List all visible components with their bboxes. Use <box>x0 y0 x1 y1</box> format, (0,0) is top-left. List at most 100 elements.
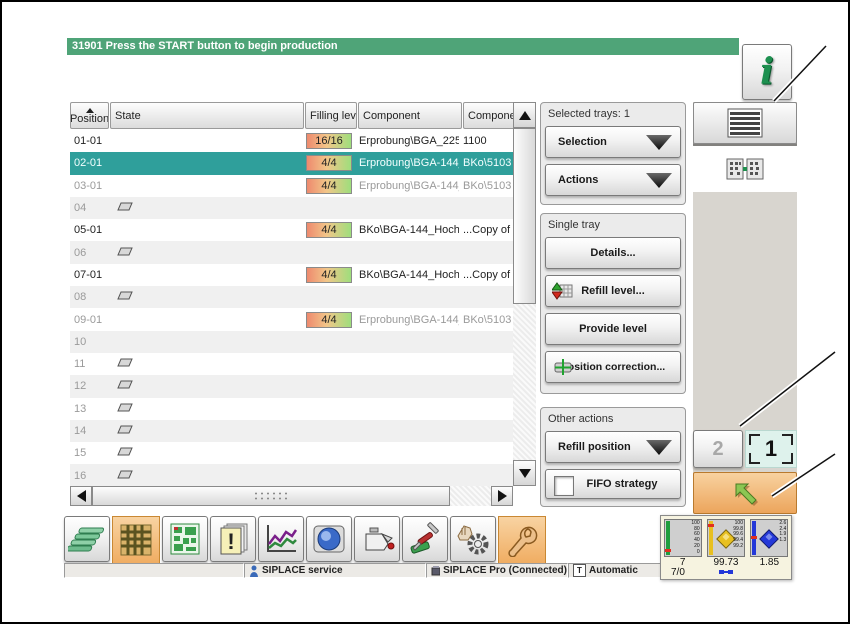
empty-tray-icon <box>117 425 133 434</box>
maintenance-oil-button[interactable] <box>354 516 400 562</box>
table-row[interactable]: 12 <box>70 375 513 398</box>
grip-dots-icon <box>253 491 289 501</box>
tab-tray-view[interactable] <box>693 146 797 192</box>
single-tray-title: Single tray <box>548 219 600 231</box>
table-row[interactable]: 04 <box>70 196 513 220</box>
scroll-up-button[interactable] <box>513 102 536 128</box>
horizontal-scroll-track[interactable] <box>450 486 491 506</box>
table-row[interactable]: 10 <box>70 330 513 353</box>
tray-stack-icon <box>68 527 105 552</box>
mode-icon: T <box>573 564 586 577</box>
empty-tray-icon <box>117 447 133 456</box>
empty-tray-icon <box>117 358 133 367</box>
status-message-text: 31901 Press the START button to begin pr… <box>72 40 338 52</box>
wrench-icon <box>508 526 538 557</box>
single-tray-group: Single tray Details... Refill level... P… <box>540 213 686 394</box>
pcb-program-icon <box>170 523 200 555</box>
back-button[interactable] <box>693 472 797 514</box>
tray-table-button[interactable] <box>112 516 160 564</box>
status-message-bar: 31901 Press the START button to begin pr… <box>67 38 739 55</box>
arrow-right-icon <box>497 490 507 502</box>
table-row[interactable]: 06 <box>70 241 513 264</box>
tray-stack-button[interactable] <box>64 516 110 562</box>
count-gauge: 100 80 60 40 20 0 <box>663 519 702 557</box>
refill-level-icon <box>552 282 573 300</box>
selected-trays-group: Selected trays: 1 Selection Actions <box>540 102 686 205</box>
table-row[interactable]: 15 <box>70 442 513 464</box>
hand-gear-icon <box>457 525 489 555</box>
horizontal-scroll-thumb[interactable] <box>92 486 450 506</box>
tray-table-icon <box>120 524 152 556</box>
table-row[interactable]: 01-01 16/16 Erprobung\BGA_225 1100 <box>70 130 513 152</box>
table-row-selected[interactable]: 02-01 4/4 Erprobung\BGA-144_1 BKo\5103 <box>70 152 513 175</box>
position-correction-button[interactable]: Position correction... <box>545 351 681 383</box>
vertical-scroll-thumb[interactable] <box>513 128 536 304</box>
rate-gauge: 2.6 2.4 1.9 1.3 <box>750 519 789 557</box>
main-toolbar: ! <box>64 516 546 564</box>
vertical-scrollbar <box>513 102 536 486</box>
service-wrench-button[interactable] <box>498 516 546 564</box>
statistics-chart-icon <box>267 525 298 552</box>
table-row[interactable]: 07-01 4/4 BKo\BGA-144_Hoch ...Copy of 51 <box>70 264 513 286</box>
pcb-program-button[interactable] <box>162 516 208 562</box>
table-header: Position State Filling level Component C… <box>70 102 515 129</box>
empty-tray-icon <box>117 247 133 256</box>
repair-button[interactable] <box>402 516 448 562</box>
svg-text:!: ! <box>227 529 234 554</box>
tab-list-view[interactable] <box>693 102 797 144</box>
filling-level-badge: 4/4 <box>306 222 352 239</box>
statistics-button[interactable] <box>258 516 304 562</box>
table-row[interactable]: 14 <box>70 419 513 443</box>
other-actions-group: Other actions Refill position FIFO strat… <box>540 407 686 507</box>
filling-level-badge: 4/4 <box>306 155 352 172</box>
scroll-left-button[interactable] <box>70 486 92 506</box>
filling-level-badge: 4/4 <box>306 177 352 194</box>
camera-vision-button[interactable] <box>306 516 352 562</box>
tray-table: 01-01 16/16 Erprobung\BGA_225 1100 02-01… <box>70 130 513 487</box>
page-1-button[interactable]: 1 <box>745 430 797 468</box>
manual-operation-button[interactable] <box>450 516 496 562</box>
fifo-strategy-toggle[interactable]: FIFO strategy <box>545 469 681 499</box>
table-row[interactable]: 16 <box>70 464 513 487</box>
filling-level-badge: 16/16 <box>306 133 352 150</box>
refill-position-dropdown-button[interactable]: Refill position <box>545 431 681 463</box>
vertical-scroll-track[interactable] <box>513 304 536 460</box>
info-button[interactable]: i <box>742 44 792 100</box>
user-icon <box>250 565 258 577</box>
selection-dropdown-button[interactable]: Selection <box>545 126 681 158</box>
arrow-up-icon <box>518 110 531 120</box>
page-2-button[interactable]: 2 <box>693 430 743 468</box>
scroll-right-button[interactable] <box>491 486 513 506</box>
performance-gauge: 100 99.8 99.6 99.4 99.2 <box>706 519 745 557</box>
error-log-button[interactable]: ! <box>210 516 256 562</box>
oil-can-icon <box>365 527 395 551</box>
refill-level-button[interactable]: Refill level... <box>545 275 681 307</box>
connector-icon <box>718 570 733 574</box>
column-header-component-2[interactable]: Component <box>463 102 515 129</box>
scroll-down-button[interactable] <box>513 460 536 486</box>
column-header-state[interactable]: State <box>110 102 304 129</box>
table-row[interactable]: 05-01 4/4 BKo\BGA-144_Hoch ...Copy of 51 <box>70 219 513 241</box>
actions-dropdown-button[interactable]: Actions <box>545 164 681 196</box>
performance-gauge-panel[interactable]: 100 80 60 40 20 0 100 99.8 99.6 99.4 99.2 <box>660 515 792 580</box>
horizontal-scrollbar <box>70 486 513 506</box>
dropdown-icon <box>646 440 672 455</box>
list-view-icon <box>727 108 763 138</box>
column-header-component[interactable]: Component <box>358 102 462 129</box>
table-row[interactable]: 09-01 4/4 Erprobung\BGA-144_3 BKo\5103 <box>70 308 513 330</box>
column-header-position[interactable]: Position <box>70 102 109 129</box>
table-row[interactable]: 11 <box>70 353 513 375</box>
selected-trays-title: Selected trays: 1 <box>548 108 630 120</box>
table-row[interactable]: 08 <box>70 286 513 309</box>
details-button[interactable]: Details... <box>545 237 681 269</box>
checkbox-icon[interactable] <box>554 476 574 496</box>
status-segment-empty <box>64 563 244 578</box>
tray-view-icon <box>726 158 764 180</box>
table-row[interactable]: 03-01 4/4 Erprobung\BGA-144_2 BKo\5103 <box>70 175 513 197</box>
table-row[interactable]: 13 <box>70 398 513 420</box>
rate-gauge-value: 1.85 <box>759 557 780 568</box>
empty-tray-icon <box>117 380 133 389</box>
column-header-filling-level[interactable]: Filling level <box>305 102 357 129</box>
provide-level-button[interactable]: Provide level <box>545 313 681 345</box>
empty-tray-icon <box>117 403 133 412</box>
